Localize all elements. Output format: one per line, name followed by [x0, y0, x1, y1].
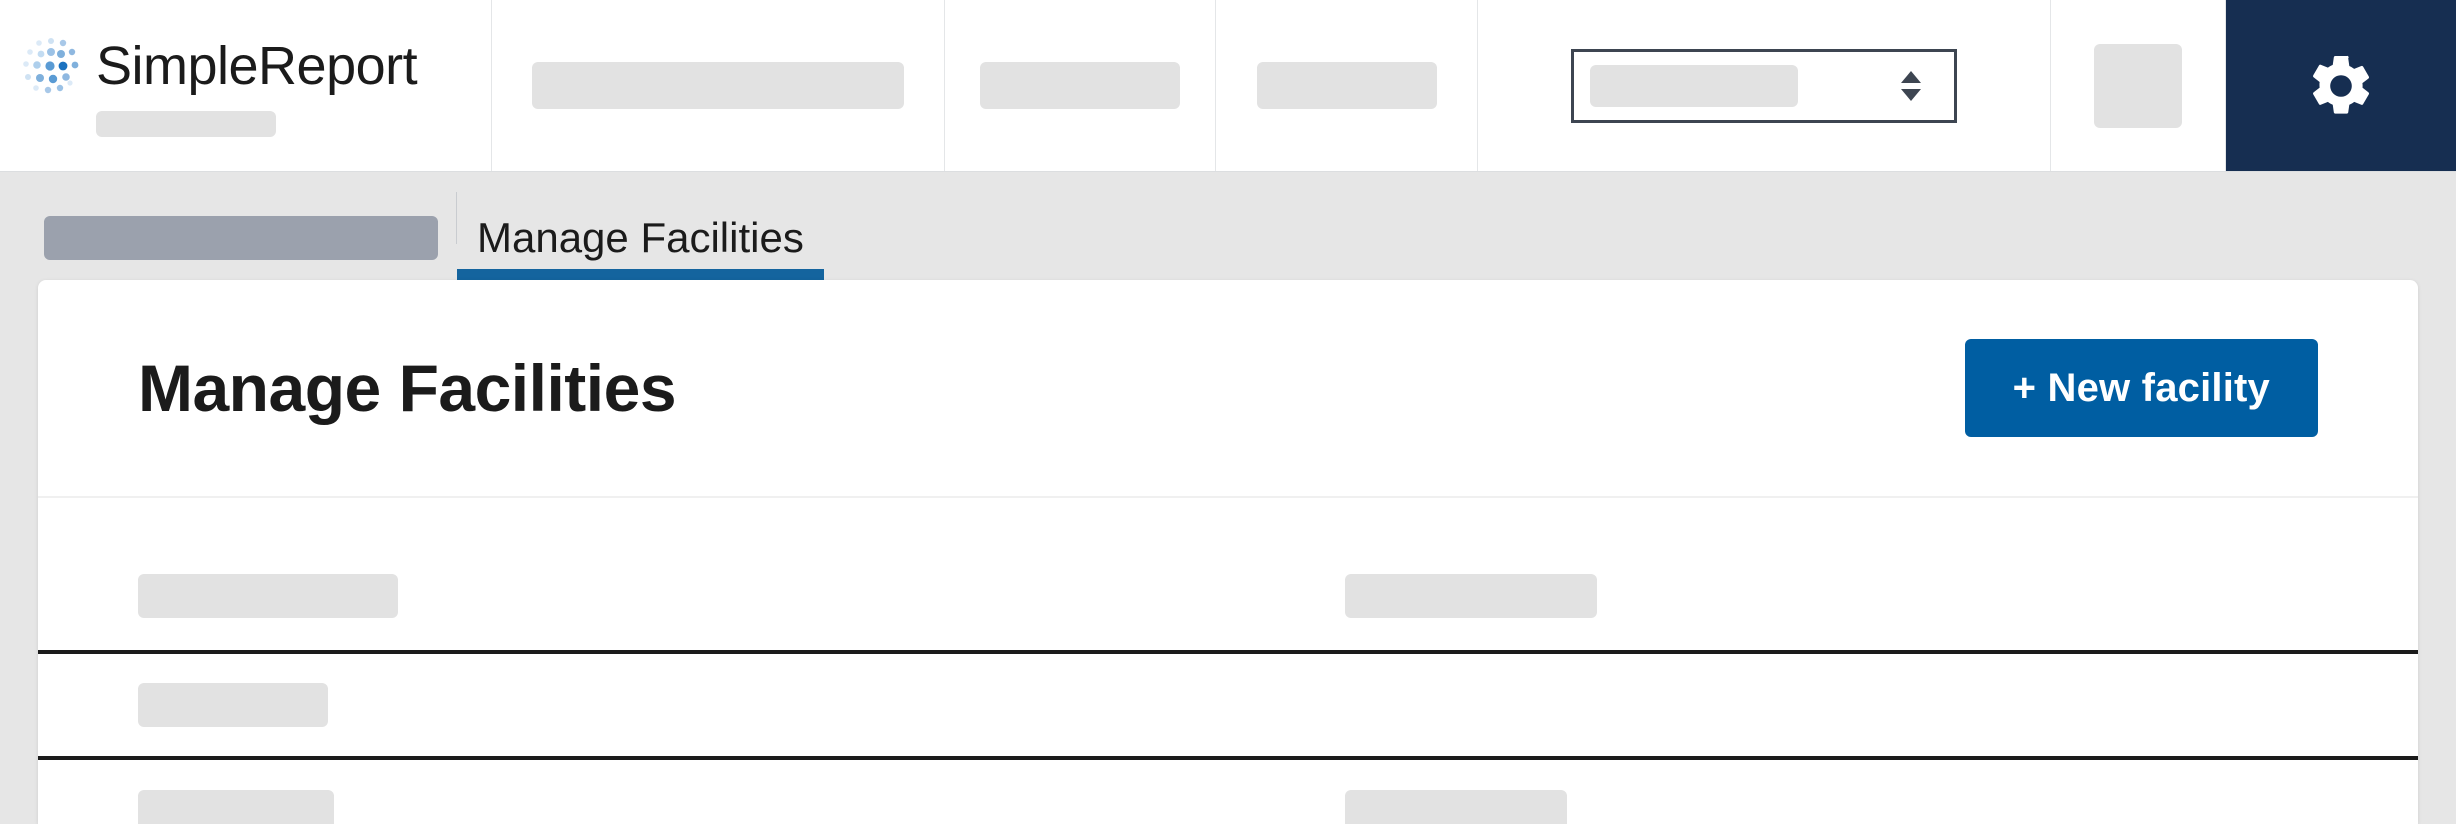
- user-menu[interactable]: [2051, 0, 2226, 171]
- table-top-spacer: [38, 498, 2418, 542]
- settings-button[interactable]: [2226, 0, 2456, 171]
- brand-cell[interactable]: SimpleReport: [0, 0, 492, 171]
- tab-manage-facilities-label: Manage Facilities: [477, 214, 804, 261]
- page-title: Manage Facilities: [138, 351, 677, 425]
- tab-redacted[interactable]: [44, 196, 456, 280]
- facility-select[interactable]: [1571, 48, 1957, 123]
- facility-name-redacted: [138, 790, 334, 824]
- table-cell-address: [1345, 758, 2418, 824]
- table-row[interactable]: [38, 652, 2418, 760]
- simplereport-logo-icon: [23, 37, 79, 93]
- facility-select-value-redacted: [1590, 64, 1798, 107]
- table-cell-facility-name: [38, 542, 1346, 654]
- facility-name-redacted: [138, 683, 328, 727]
- table-cell-facility-name: [38, 652, 1346, 760]
- brand-subtitle-redacted: [96, 110, 276, 137]
- updown-chevron-icon: [1901, 70, 1921, 101]
- table-row[interactable]: [38, 758, 2418, 824]
- gear-icon: [2313, 55, 2370, 114]
- facilities-table: [38, 542, 2418, 824]
- table-row[interactable]: [38, 542, 2418, 654]
- facility-name-redacted: [138, 574, 398, 618]
- nav-item-1[interactable]: [492, 0, 945, 171]
- brand-row: SimpleReport: [20, 35, 491, 97]
- nav-item-1-label-redacted: [532, 62, 904, 109]
- table-cell-facility-name: [38, 758, 1345, 824]
- nav-item-2[interactable]: [945, 0, 1216, 171]
- table-cell-address: [1345, 542, 2418, 654]
- tab-manage-facilities[interactable]: Manage Facilities: [457, 196, 824, 280]
- facilities-card: Manage Facilities + New facility: [38, 280, 2418, 824]
- user-menu-redacted: [2094, 43, 2182, 128]
- tab-redacted-label: [44, 216, 438, 260]
- nav-item-3[interactable]: [1216, 0, 1478, 171]
- facility-select-cell: [1478, 0, 2051, 171]
- nav-item-2-label-redacted: [980, 62, 1180, 109]
- nav-item-3-label-redacted: [1256, 62, 1437, 109]
- card-header: Manage Facilities + New facility: [38, 280, 2418, 498]
- facility-address-redacted: [1345, 574, 1598, 618]
- facility-address-redacted: [1345, 790, 1568, 824]
- tab-bar: Manage Facilities: [0, 172, 2456, 280]
- site-header: SimpleReport: [0, 0, 2456, 172]
- new-facility-button[interactable]: + New facility: [1964, 339, 2318, 437]
- table-cell-address: [1345, 652, 2418, 760]
- brand-name: SimpleReport: [96, 35, 418, 96]
